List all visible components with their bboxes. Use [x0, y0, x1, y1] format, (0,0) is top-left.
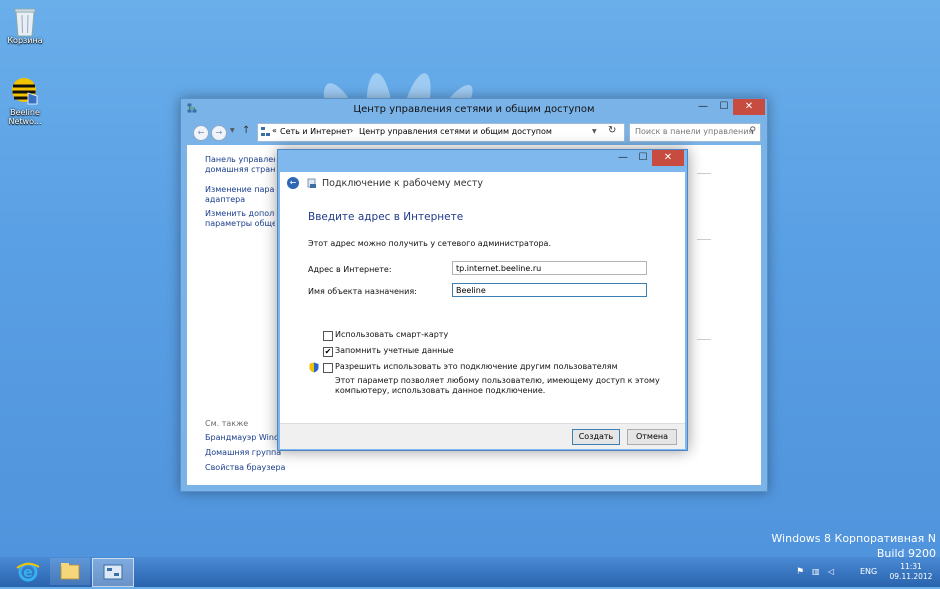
search-input[interactable]: Поиск в панели управления ⚲ [629, 123, 761, 142]
address-root[interactable]: « [272, 126, 277, 135]
address-input[interactable]: tp.internet.beeline.ru [452, 261, 647, 275]
flag-icon[interactable]: ⚑ [796, 557, 804, 587]
title-bar[interactable]: Центр управления сетями и общим доступом… [181, 99, 767, 121]
taskbar: e ⚑ ▥ ◁ ENG 11:31 09.11.2012 [0, 557, 940, 587]
divider [697, 239, 711, 240]
destination-name-input[interactable]: Beeline [452, 283, 647, 297]
divider [697, 173, 711, 174]
clock[interactable]: 11:31 09.11.2012 [886, 562, 936, 582]
search-icon[interactable]: ⚲ [749, 126, 756, 136]
desktop-icon-beeline[interactable]: Beeline Netwo... [0, 76, 50, 126]
recycle-bin-icon [10, 4, 40, 37]
search-placeholder: Поиск в панели управления [635, 127, 754, 136]
address-dropdown-icon[interactable]: ▼ [592, 128, 597, 135]
os-watermark: Windows 8 Корпоративная N [771, 532, 936, 545]
volume-icon[interactable]: ◁ [828, 557, 834, 587]
dialog-title: Подключение к рабочему месту [322, 178, 483, 189]
smart-card-label[interactable]: Использовать смарт-карту [335, 330, 448, 339]
shield-icon [309, 362, 319, 373]
breadcrumb-network-internet[interactable]: Сеть и Интернет [280, 127, 351, 136]
network-icon [307, 178, 318, 189]
desktop-icon-recycle-bin[interactable]: Корзина [0, 4, 50, 45]
sidebar-link-sharing-settings[interactable]: Изменить дополнительные [205, 209, 275, 219]
back-icon[interactable]: ← [287, 177, 299, 189]
network-tray-icon[interactable]: ▥ [812, 557, 820, 587]
address-bar[interactable]: « Сеть и Интернет › Центр управления сет… [257, 123, 625, 142]
control-panel-icon [261, 127, 270, 136]
remember-credentials-checkbox[interactable]: ✔ [323, 347, 333, 357]
dialog-header: ← Подключение к рабочему месту [280, 172, 685, 195]
smart-card-checkbox[interactable] [323, 331, 333, 341]
refresh-icon[interactable]: ↻ [608, 125, 616, 136]
destination-label: Имя объекта назначения: [308, 287, 417, 296]
allow-others-label[interactable]: Разрешить использовать это подключение д… [335, 362, 618, 371]
forward-icon[interactable]: → [211, 125, 227, 141]
allow-others-note-2: компьютеру, использовать данное подключе… [335, 386, 546, 395]
control-panel-icon[interactable] [92, 558, 134, 587]
back-icon[interactable]: ← [193, 125, 209, 141]
sidebar-link-control-panel-home[interactable]: Панель управления – [205, 155, 275, 165]
divider [697, 339, 711, 340]
navigation-bar: ← → ▼ ↑ « Сеть и Интернет › Центр управл… [187, 123, 761, 142]
dialog-maximize-button[interactable]: ☐ [634, 150, 652, 166]
dialog-footer: Создать Отмена [280, 423, 685, 449]
dialog-heading: Введите адрес в Интернете [308, 211, 464, 223]
allow-others-note: Этот параметр позволяет любому пользоват… [335, 376, 660, 385]
clock-time: 11:31 [900, 562, 922, 571]
dialog-minimize-button[interactable]: — [612, 150, 634, 166]
recent-dropdown-icon[interactable]: ▼ [230, 127, 235, 134]
create-button[interactable]: Создать [572, 429, 620, 445]
close-button[interactable]: ✕ [733, 99, 765, 115]
breadcrumb-separator: › [350, 126, 354, 135]
see-also-firewall-link[interactable]: Брандмауэр Windows [205, 433, 277, 443]
breadcrumb-network-center[interactable]: Центр управления сетями и общим доступом [359, 127, 552, 136]
dialog-body: Введите адрес в Интернете Этот адрес мож… [280, 195, 685, 423]
svg-text:e: e [23, 565, 33, 581]
dialog-close-button[interactable]: ✕ [652, 150, 684, 166]
desktop-icon-label: Корзина [7, 36, 43, 45]
allow-others-checkbox[interactable] [323, 363, 333, 373]
info-text: Этот адрес можно получить у сетевого адм… [308, 239, 551, 248]
window-title: Центр управления сетями и общим доступом [353, 104, 595, 115]
language-indicator[interactable]: ENG [860, 557, 877, 587]
sidebar-link-control-panel-home-2[interactable]: домашняя страница [205, 165, 275, 175]
up-icon[interactable]: ↑ [242, 125, 250, 136]
see-also-homegroup-link[interactable]: Домашняя группа [205, 448, 281, 458]
desktop-icon-label: Beeline Netwo... [8, 108, 42, 126]
address-label: Адрес в Интернете: [308, 265, 392, 274]
vpn-connection-dialog: — ☐ ✕ ← Подключение к рабочему месту Вве… [277, 149, 688, 451]
sidebar-link-adapter-settings[interactable]: Изменение параметров [205, 185, 275, 195]
see-also-heading: См. также [205, 419, 249, 428]
sidebar-link-sharing-settings-2[interactable]: параметры общего доступа [205, 219, 275, 229]
maximize-button[interactable]: ☐ [715, 99, 733, 115]
clock-date: 09.11.2012 [889, 572, 933, 581]
sidebar-link-adapter-settings-2[interactable]: адаптера [205, 195, 275, 205]
explorer-icon[interactable] [50, 558, 90, 585]
beeline-icon [10, 76, 40, 106]
see-also-browser-properties-link[interactable]: Свойства браузера [205, 463, 285, 473]
ie-icon[interactable]: e [8, 558, 48, 585]
cancel-button[interactable]: Отмена [627, 429, 677, 445]
remember-credentials-label[interactable]: Запомнить учетные данные [335, 346, 454, 355]
minimize-button[interactable]: — [691, 99, 715, 115]
